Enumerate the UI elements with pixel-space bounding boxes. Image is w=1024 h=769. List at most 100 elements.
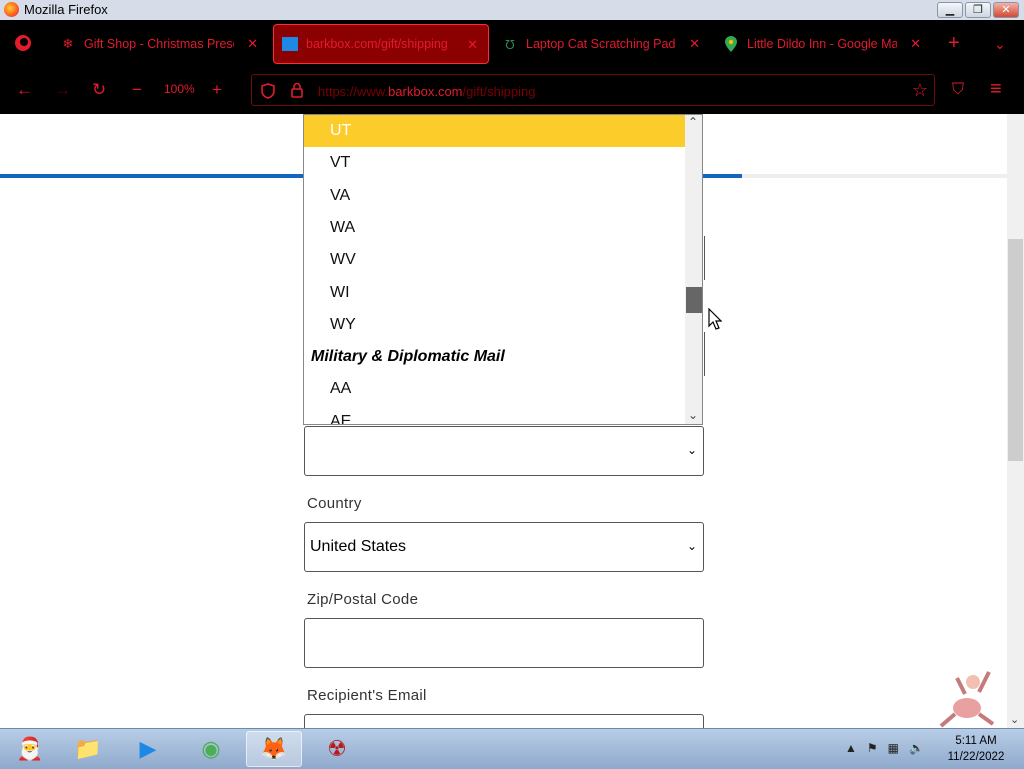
- dropdown-option[interactable]: WY: [304, 309, 685, 341]
- country-label: Country: [307, 495, 362, 512]
- app-menu-button[interactable]: ≡: [990, 79, 1002, 99]
- dropdown-option-label: VT: [330, 154, 351, 172]
- radiation-app-icon[interactable]: ☢: [309, 731, 365, 767]
- dropdown-option[interactable]: WA: [304, 212, 685, 244]
- navigation-toolbar: ← → ↻ − 100% + https://www.barkbox.com/g…: [0, 68, 1024, 114]
- country-select[interactable]: United States ⌄: [304, 522, 704, 572]
- zoom-level[interactable]: 100%: [164, 82, 195, 96]
- uncommon-goods-favicon: Ʊ: [505, 36, 515, 52]
- dropdown-option-label: AA: [330, 380, 352, 398]
- restore-button[interactable]: ❐: [965, 2, 991, 18]
- chrome-icon-glyph: ◉: [201, 736, 221, 761]
- state-dropdown-list[interactable]: UT VT VA WA WV WI WY Military & Diplomatic Mail…: [303, 114, 703, 425]
- zip-label: Zip/Postal Code: [307, 591, 419, 608]
- zip-input[interactable]: [304, 618, 704, 668]
- dropdown-option-label: WV: [330, 251, 356, 269]
- back-button[interactable]: ←: [16, 80, 33, 100]
- dropdown-optgroup: Military & Diplomatic Mail: [304, 341, 685, 373]
- file-explorer-icon-glyph: 📁: [74, 736, 102, 761]
- barkbox-favicon: [282, 37, 298, 51]
- url-bar[interactable]: https://www.barkbox.com/gift/shipping ☆: [251, 74, 935, 106]
- dropdown-option[interactable]: AE: [304, 406, 685, 425]
- file-explorer-icon[interactable]: 📁: [60, 731, 116, 767]
- tab-google-maps[interactable]: Little Dildo Inn - Google Maps ✕: [715, 24, 931, 64]
- tab-laptop-cat[interactable]: Ʊ Laptop Cat Scratching Pad | Ca ✕: [494, 24, 710, 64]
- minimize-button[interactable]: ▁: [937, 2, 963, 18]
- close-window-button[interactable]: ✕: [993, 2, 1019, 18]
- firefox-icon: [15, 35, 31, 51]
- dropdown-option[interactable]: VT: [304, 147, 685, 179]
- dropdown-option[interactable]: UT: [304, 115, 685, 147]
- tab-close-button[interactable]: ✕: [247, 36, 258, 52]
- window-title: Mozilla Firefox: [24, 2, 108, 17]
- tab-label: Little Dildo Inn - Google Maps: [747, 37, 897, 51]
- scroll-up-arrow[interactable]: ⌃: [688, 115, 698, 129]
- scroll-down-arrow[interactable]: ⌄: [1010, 713, 1019, 726]
- media-player-icon[interactable]: ▶: [120, 731, 176, 767]
- santa-start-glyph: 🎅: [16, 736, 44, 761]
- dropdown-option-label: WI: [330, 283, 350, 301]
- firefox-icon[interactable]: 🦊: [246, 731, 302, 767]
- list-all-tabs-button[interactable]: ⌄: [994, 36, 1006, 53]
- chevron-down-icon: ⌄: [686, 539, 697, 553]
- dropdown-option-label: UT: [330, 122, 352, 139]
- dropdown-option-label: WA: [330, 218, 356, 236]
- lock-icon[interactable]: [291, 82, 303, 98]
- page-scrollbar[interactable]: ⌄: [1007, 114, 1024, 728]
- dropdown-option-label: WY: [330, 315, 356, 333]
- recipient-email-input[interactable]: [304, 714, 704, 728]
- clock[interactable]: 5:11 AM 11/22/2022: [936, 733, 1016, 765]
- clock-time: 5:11 AM: [955, 735, 997, 747]
- dropdown-scrollbar-thumb[interactable]: [686, 286, 702, 313]
- tab-label: Laptop Cat Scratching Pad | Ca: [526, 37, 676, 51]
- tab-label: barkbox.com/gift/shipping: [306, 37, 448, 51]
- dropdown-option-label: VA: [330, 186, 351, 204]
- bookmark-star-icon[interactable]: ☆: [912, 80, 928, 101]
- scroll-down-arrow[interactable]: ⌄: [688, 408, 698, 422]
- zoom-out-button[interactable]: −: [132, 80, 142, 100]
- dropdown-option-label: AE: [330, 412, 352, 425]
- tab-close-button[interactable]: ✕: [689, 36, 700, 52]
- reload-button[interactable]: ↻: [92, 80, 106, 100]
- windows-taskbar: 🎅 📁 ▶ ◉ 🦊 ☢ ▲ ⚑ ▦ 🔊 5:11 AM 11/22/2022: [0, 728, 1024, 769]
- dropdown-option[interactable]: VA: [304, 180, 685, 212]
- firefox-icon-glyph: 🦊: [260, 736, 288, 761]
- tab-label: Gift Shop - Christmas Present: [84, 37, 234, 51]
- state-select[interactable]: ⌄: [304, 426, 704, 476]
- optgroup-label: Military & Diplomatic Mail: [311, 348, 505, 366]
- window-titlebar: Mozilla Firefox ▁ ❐ ✕: [0, 0, 1024, 21]
- dropdown-scrollbar[interactable]: ⌃ ⌄: [685, 115, 702, 424]
- snowflake-icon: ❄: [62, 36, 74, 51]
- tab-close-button[interactable]: ✕: [910, 36, 921, 52]
- zoom-in-button[interactable]: +: [212, 80, 222, 100]
- chevron-down-icon: ⌄: [686, 443, 697, 457]
- google-maps-pin-icon: [723, 36, 739, 52]
- flag-icon[interactable]: ⚑: [867, 741, 878, 755]
- page-content: ⌄ Country United States ⌄ Zip/Postal Cod…: [0, 114, 1007, 728]
- system-tray: ▲ ⚑ ▦ 🔊: [845, 741, 924, 755]
- tab-barkbox-shipping[interactable]: barkbox.com/gift/shipping ✕: [273, 24, 489, 64]
- media-player-icon-glyph: ▶: [139, 736, 157, 761]
- clock-date: 11/22/2022: [947, 751, 1005, 763]
- tray-expand-icon[interactable]: ▲: [845, 741, 857, 755]
- new-tab-button[interactable]: +: [948, 33, 960, 53]
- pocket-icon[interactable]: ⛉: [952, 80, 964, 100]
- dropdown-option[interactable]: WI: [304, 277, 685, 309]
- page-scrollbar-thumb[interactable]: [1008, 239, 1023, 462]
- dropdown-option[interactable]: WV: [304, 244, 685, 276]
- shield-icon[interactable]: [261, 83, 275, 99]
- country-select-value: United States: [310, 538, 407, 555]
- network-icon[interactable]: ▦: [888, 741, 899, 755]
- dropdown-option[interactable]: AA: [304, 373, 685, 405]
- forward-button[interactable]: →: [54, 80, 71, 100]
- volume-icon[interactable]: 🔊: [909, 741, 924, 755]
- tab-strip: ❄ Gift Shop - Christmas Present ✕ barkbo…: [0, 20, 1024, 68]
- url-text: https://www.barkbox.com/gift/shipping: [318, 84, 536, 99]
- recipient-email-label: Recipient's Email: [307, 687, 427, 704]
- desktop-mascot-icon: [939, 671, 995, 728]
- tab-gift-shop[interactable]: ❄ Gift Shop - Christmas Present ✕: [52, 24, 268, 64]
- chrome-icon[interactable]: ◉: [183, 731, 239, 767]
- santa-start-button[interactable]: 🎅: [2, 731, 58, 767]
- firefox-view-button[interactable]: [12, 32, 34, 54]
- tab-close-button[interactable]: ✕: [467, 37, 478, 53]
